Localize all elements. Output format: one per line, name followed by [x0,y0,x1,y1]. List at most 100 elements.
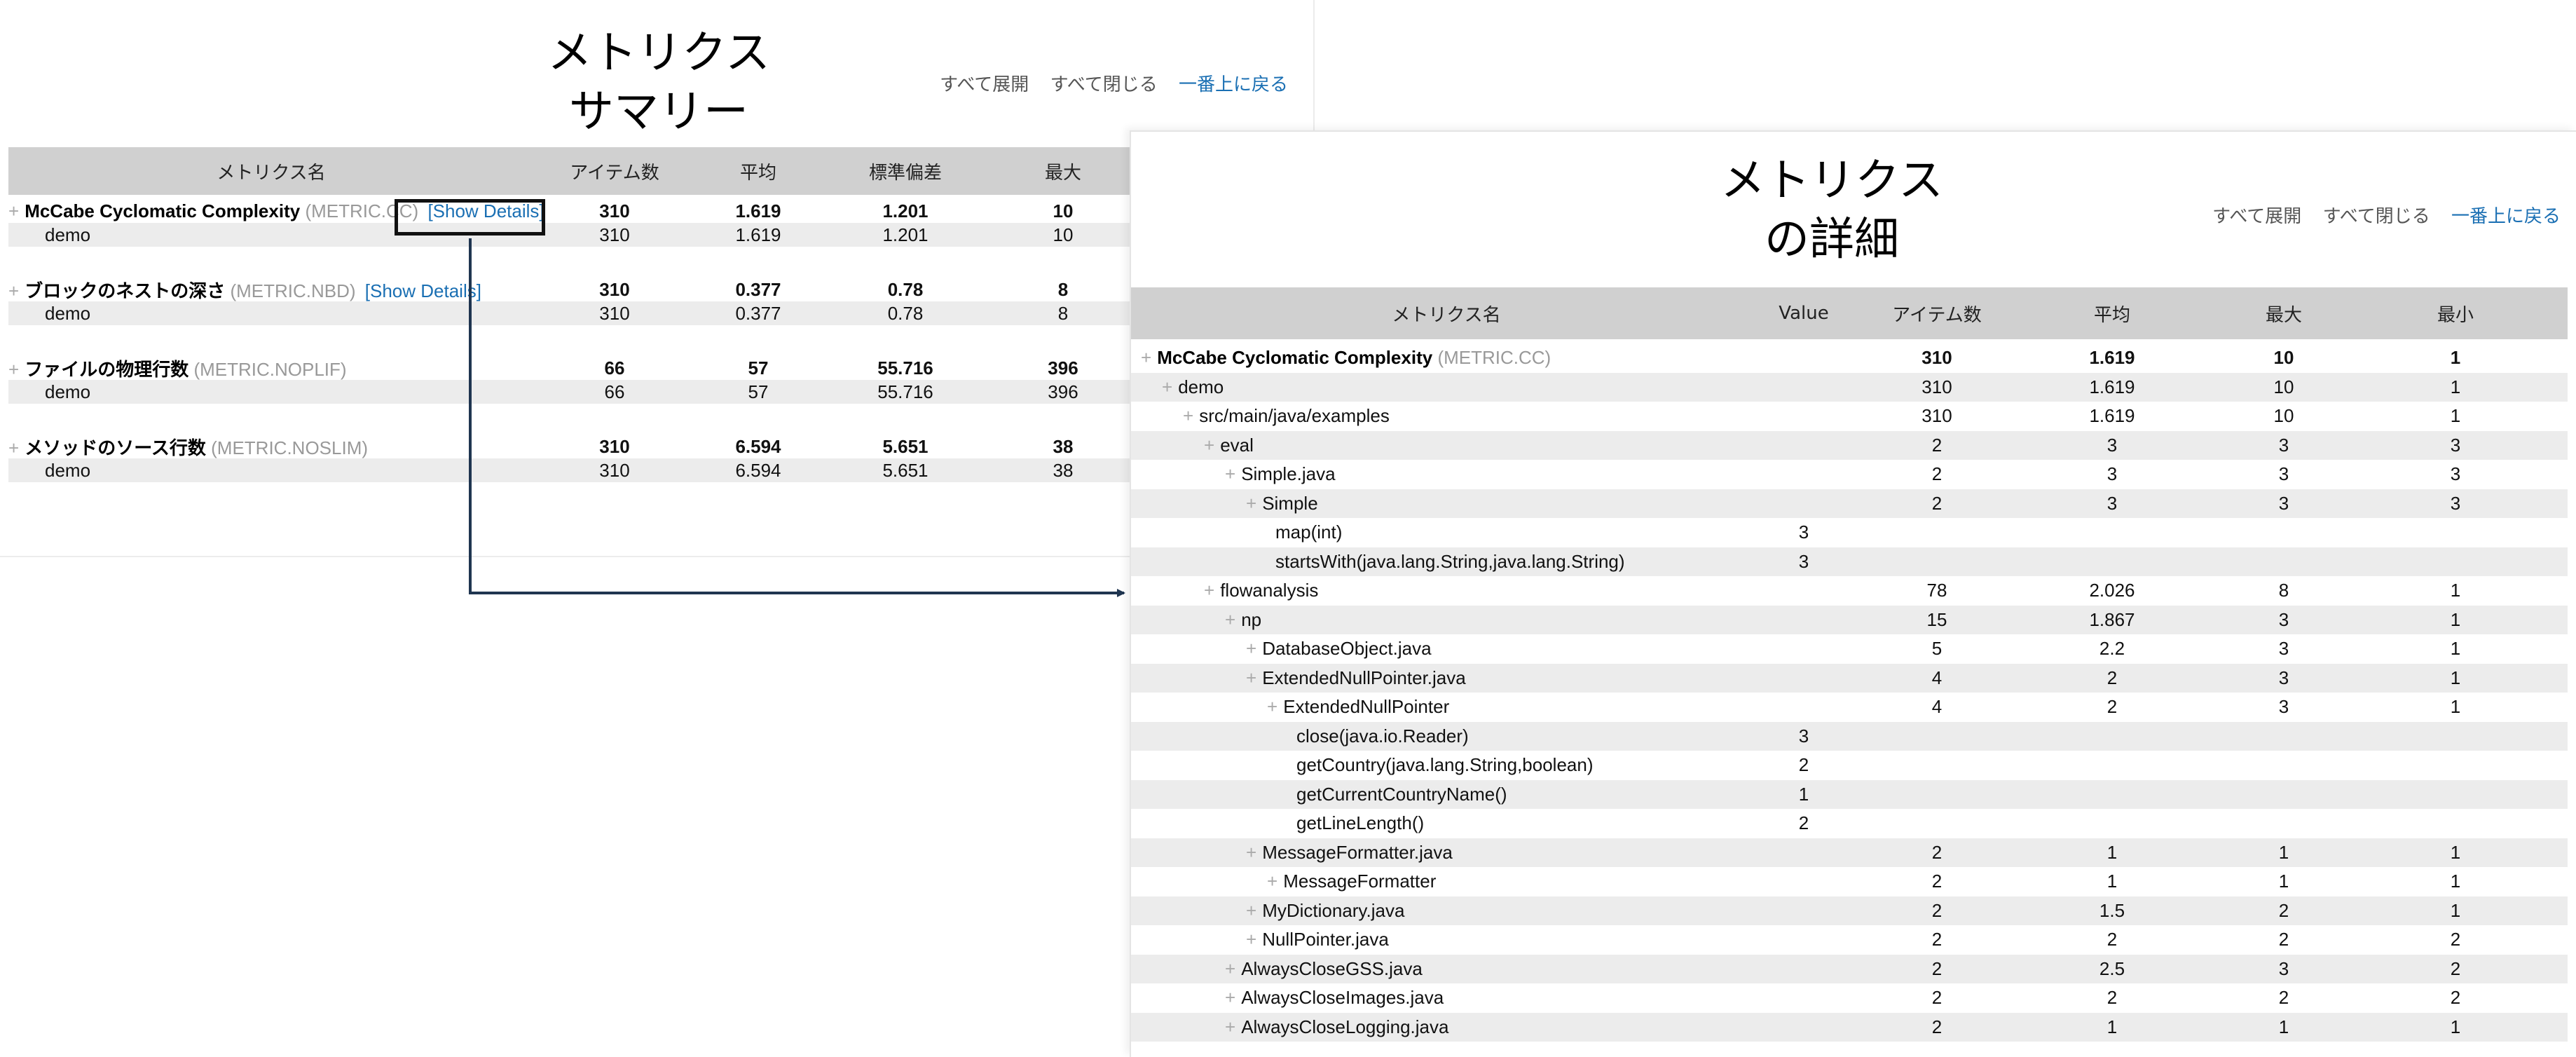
expand-icon[interactable]: + [1267,696,1277,717]
max-cell: 1 [2278,1016,2289,1037]
tree-row[interactable]: getCurrentCountryName() 1 [1131,779,2568,809]
tree-label: getLineLength() [1296,812,1425,834]
expand-all-link[interactable]: すべて展開 [2212,206,2301,227]
tree-name-cell: getCountry(java.lang.String,boolean) [1131,754,1762,776]
value-cell: 2 [1798,812,1809,834]
tree-row[interactable]: map(int) 3 [1131,518,2568,547]
expand-icon[interactable]: + [1267,871,1277,892]
expand-icon[interactable]: + [1141,347,1151,368]
avg-cell: 1.619 [2089,405,2135,427]
tree-label: startsWith(java.lang.String,java.lang.St… [1275,550,1625,572]
detail-metric-name: McCabe Cyclomatic Complexity [1157,347,1433,369]
max-cell: 3 [2278,608,2289,630]
tree-row[interactable]: + ExtendedNullPointer.java 4 2 3 1 [1131,663,2568,693]
tree-row[interactable]: + np 15 1.867 3 1 [1131,605,2568,634]
expand-icon[interactable]: + [1246,493,1256,514]
avg-cell: 2 [2106,696,2118,718]
expand-icon[interactable]: + [1246,842,1256,863]
max-cell: 2 [2278,929,2289,950]
avg-cell: 2 [2106,987,2118,1009]
tree-row[interactable]: + demo 310 1.619 10 1 [1131,372,2568,402]
max-cell: 10 [2273,376,2294,397]
min-cell: 2 [2450,929,2461,950]
avg-cell: 1.867 [2089,608,2135,630]
tree-row[interactable]: + DatabaseObject.java 5 2.2 3 1 [1131,634,2568,664]
expand-icon[interactable]: + [1225,609,1235,630]
tree-name-cell: + ExtendedNullPointer.java [1131,667,1762,689]
expand-icon[interactable]: + [1246,929,1256,950]
tree-row[interactable]: + AlwaysCloseImages.java 2 2 2 2 [1131,983,2568,1013]
expand-icon[interactable]: + [1225,1016,1235,1037]
avg-cell: 1 [2106,871,2118,892]
detail-metric-row[interactable]: + McCabe Cyclomatic Complexity (METRIC.CC… [1131,343,2568,373]
expand-icon[interactable]: + [1246,638,1256,659]
items-cell: 2 [1931,434,1943,456]
max-cell: 8 [2278,580,2289,601]
back-to-top-link[interactable]: 一番上に戻る [2451,206,2561,227]
tree-row[interactable]: + MyDictionary.java 2 1.5 2 1 [1131,896,2568,925]
tree-name-cell: + src/main/java/examples [1131,405,1762,427]
tree-label: AlwaysCloseImages.java [1241,987,1444,1009]
avg-cell: 3 [2106,492,2118,514]
tree-name-cell: getCurrentCountryName() [1131,784,1762,805]
tree-row[interactable]: + MessageFormatter 2 1 1 1 [1131,867,2568,896]
expand-icon[interactable]: + [1246,667,1256,688]
connector-line [469,238,1125,597]
max-cell: 3 [2278,434,2289,456]
max-cell: 3 [2278,696,2289,718]
items-cell: 2 [1931,1016,1943,1037]
avg-cell: 1.5 [2099,899,2125,921]
tree-label: MyDictionary.java [1262,899,1405,921]
tree-row[interactable]: close(java.io.Reader) 3 [1131,721,2568,751]
value-cell: 1 [1798,783,1809,805]
tree-row[interactable]: getLineLength() 2 [1131,809,2568,838]
expand-icon[interactable]: + [1225,463,1235,484]
expand-icon[interactable]: + [1204,580,1214,601]
items-cell: 2 [1931,492,1943,514]
min-cell: 3 [2450,434,2461,456]
expand-icon[interactable]: + [1225,958,1235,979]
avg-cell: 1 [2106,841,2118,863]
tree-label: getCountry(java.lang.String,boolean) [1296,754,1594,776]
min-cell: 1 [2450,347,2461,369]
expand-icon[interactable]: + [1246,900,1256,921]
tree-row[interactable]: getCountry(java.lang.String,boolean) 2 [1131,751,2568,780]
tree-label: AlwaysCloseGSS.java [1241,957,1423,979]
tree-label: flowanalysis [1220,580,1319,601]
tree-row[interactable]: + AlwaysCloseLogging.java 2 1 1 1 [1131,1012,2568,1042]
collapse-all-link[interactable]: すべて閉じる [2323,206,2430,227]
tree-row[interactable]: startsWith(java.lang.String,java.lang.St… [1131,547,2568,576]
value-cell: 2 [1798,754,1809,776]
header-items: アイテム数 [1892,304,1982,326]
metrics-detail-panel: メトリクス の詳細 すべて展開 すべて閉じる 一番上に戻る メトリクス名 Val… [1130,130,2576,1057]
tree-row[interactable]: + Simple 2 3 3 3 [1131,489,2568,518]
tree-row[interactable]: + ExtendedNullPointer 4 2 3 1 [1131,693,2568,722]
detail-title: メトリクス の詳細 [1657,151,2007,269]
tree-label: eval [1220,434,1254,456]
tree-row[interactable]: + Simple.java 2 3 3 3 [1131,460,2568,489]
tree-name-cell: map(int) [1131,521,1762,543]
avg-cell: 2.2 [2099,638,2125,660]
tree-row[interactable]: + MessageFormatter.java 2 1 1 1 [1131,838,2568,867]
detail-table-header: メトリクス名 Value アイテム数 平均 最大 最小 [1131,287,2568,339]
tree-label: src/main/java/examples [1199,405,1390,427]
expand-icon[interactable]: + [1183,405,1193,426]
expand-icon[interactable]: + [1204,435,1214,456]
expand-icon[interactable]: + [1162,376,1172,397]
items-cell: 2 [1931,463,1943,485]
tree-row[interactable]: + eval 2 3 3 3 [1131,430,2568,460]
expand-icon[interactable]: + [1225,987,1235,1008]
min-cell: 1 [2450,899,2461,921]
tree-name-cell: getLineLength() [1131,812,1762,834]
items-cell: 2 [1931,871,1943,892]
tree-row[interactable]: + src/main/java/examples 310 1.619 10 1 [1131,402,2568,431]
tree-name-cell: + MessageFormatter.java [1131,842,1762,864]
tree-row[interactable]: + NullPointer.java 2 2 2 2 [1131,925,2568,955]
value-cell: 3 [1798,550,1809,572]
tree-row[interactable]: + AlwaysCloseGSS.java 2 2.5 3 2 [1131,954,2568,983]
min-cell: 1 [2450,1016,2461,1037]
max-cell: 1 [2278,871,2289,892]
header-metric-name: メトリクス名 [1392,304,1501,326]
tree-row[interactable]: + flowanalysis 78 2.026 8 1 [1131,576,2568,606]
avg-cell: 1.619 [2089,347,2135,369]
